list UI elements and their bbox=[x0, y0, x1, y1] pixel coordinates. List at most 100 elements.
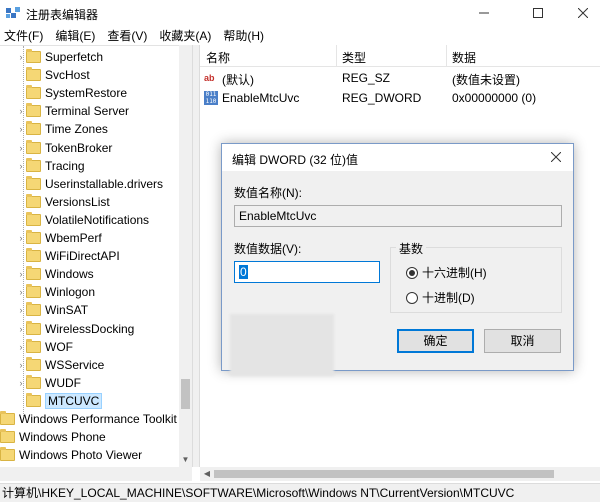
tree-item[interactable]: WiFiDirectAPI bbox=[16, 247, 120, 265]
menu-bar: 文件(F) 编辑(E) 查看(V) 收藏夹(A) 帮助(H) bbox=[0, 26, 600, 45]
tree-horizontal-scrollbar[interactable] bbox=[0, 467, 192, 481]
radio-unchecked-icon[interactable] bbox=[406, 291, 418, 304]
tree-item-label: Windows bbox=[45, 267, 94, 282]
menu-favorites[interactable]: 收藏夹(A) bbox=[159, 27, 211, 44]
column-data[interactable]: 数据 bbox=[452, 49, 476, 66]
expand-arrow-icon[interactable]: › bbox=[16, 360, 26, 370]
value-name: (默认) bbox=[222, 73, 254, 87]
tree-item[interactable]: › Time Zones bbox=[16, 120, 108, 138]
tree-item[interactable]: › WOF bbox=[16, 338, 73, 356]
menu-file[interactable]: 文件(F) bbox=[4, 27, 43, 44]
tree-item-label: VersionsList bbox=[45, 194, 110, 209]
tree-item[interactable]: › WbemPerf bbox=[16, 229, 102, 247]
column-separator[interactable] bbox=[336, 45, 337, 67]
list-scroll-thumb[interactable] bbox=[214, 470, 554, 478]
radio-hex[interactable]: 十六进制(H) bbox=[406, 264, 487, 281]
status-bar-path: 计算机\HKEY_LOCAL_MACHINE\SOFTWARE\Microsof… bbox=[0, 483, 600, 502]
tree-item-label: Windows Performance Toolkit bbox=[19, 412, 177, 426]
tree-item[interactable]: › WinSAT bbox=[16, 301, 88, 319]
expand-arrow-icon[interactable]: › bbox=[16, 305, 26, 315]
tree-item[interactable]: › Terminal Server bbox=[16, 102, 129, 120]
menu-help[interactable]: 帮助(H) bbox=[223, 27, 264, 44]
radio-decimal[interactable]: 十进制(D) bbox=[406, 289, 475, 306]
title-bar: 注册表编辑器 bbox=[0, 0, 600, 26]
folder-icon bbox=[26, 248, 41, 263]
folder-icon bbox=[26, 284, 41, 299]
menu-edit[interactable]: 编辑(E) bbox=[55, 27, 95, 44]
maximize-button[interactable] bbox=[515, 0, 561, 26]
value-name: EnableMtcUvc bbox=[222, 91, 300, 105]
expand-arrow-icon[interactable]: › bbox=[16, 161, 26, 171]
folder-icon bbox=[26, 67, 41, 82]
folder-icon bbox=[26, 230, 41, 244]
list-row[interactable]: ab (默认) REG_SZ (数值未设置) bbox=[200, 68, 600, 88]
expand-arrow-icon[interactable]: › bbox=[16, 342, 26, 352]
expand-arrow-icon[interactable]: › bbox=[16, 52, 26, 62]
expand-arrow-icon[interactable]: › bbox=[16, 287, 26, 297]
list-horizontal-scrollbar[interactable]: ◀ bbox=[200, 467, 600, 481]
expand-arrow-icon[interactable]: › bbox=[16, 378, 26, 388]
folder-icon bbox=[26, 338, 41, 353]
folder-icon bbox=[26, 356, 41, 371]
tree-item[interactable]: Userinstallable.drivers bbox=[16, 175, 163, 193]
tree-item[interactable]: Windows Phone bbox=[0, 428, 106, 446]
tree-scroll-thumb[interactable] bbox=[181, 379, 190, 409]
tree-item[interactable]: SvcHost bbox=[16, 66, 90, 84]
folder-icon bbox=[26, 266, 41, 281]
tree-item-label: WbemPerf bbox=[45, 231, 102, 245]
column-type[interactable]: 类型 bbox=[342, 49, 366, 66]
cancel-button[interactable]: 取消 bbox=[484, 329, 561, 353]
tree-item[interactable]: › TokenBroker bbox=[16, 139, 112, 157]
tree-item[interactable]: › Windows bbox=[16, 265, 94, 283]
scroll-down-arrow-icon[interactable]: ▼ bbox=[179, 453, 192, 467]
menu-view[interactable]: 查看(V) bbox=[107, 27, 147, 44]
expand-arrow-icon[interactable]: › bbox=[16, 106, 26, 116]
tree-item[interactable]: MTCUVC bbox=[16, 392, 103, 410]
tree-item[interactable]: SystemRestore bbox=[16, 84, 127, 102]
tree-item[interactable]: VolatileNotifications bbox=[16, 211, 149, 229]
tree-item-label: WOF bbox=[45, 339, 73, 354]
close-button[interactable] bbox=[560, 0, 600, 26]
tree-item[interactable]: › Winlogon bbox=[16, 283, 95, 301]
pane-splitter[interactable] bbox=[192, 45, 200, 467]
binary-value-icon: 011 110 bbox=[204, 91, 218, 105]
tree-item-label: SvcHost bbox=[45, 68, 90, 83]
scroll-left-arrow-icon[interactable]: ◀ bbox=[200, 467, 214, 481]
folder-icon bbox=[26, 103, 41, 118]
column-name[interactable]: 名称 bbox=[206, 49, 230, 66]
tree-item[interactable]: › WSService bbox=[16, 356, 104, 374]
folder-icon bbox=[26, 139, 41, 154]
radio-checked-icon[interactable] bbox=[406, 266, 418, 279]
blurred-region bbox=[230, 314, 334, 376]
list-row[interactable]: 011 110 EnableMtcUvc REG_DWORD 0x00000000… bbox=[200, 88, 600, 108]
tree-item-label: Superfetch bbox=[45, 50, 104, 64]
ok-button[interactable]: 确定 bbox=[397, 329, 474, 353]
expand-arrow-icon[interactable]: › bbox=[16, 233, 26, 243]
tree-item-label: Tracing bbox=[45, 158, 85, 173]
minimize-button[interactable] bbox=[461, 0, 507, 26]
edit-dword-dialog: 编辑 DWORD (32 位)值 数值名称(N): EnableMtcUvc 数… bbox=[221, 143, 574, 376]
tree-item[interactable]: VersionsList bbox=[16, 193, 110, 211]
close-icon bbox=[578, 8, 588, 18]
tree-vertical-scrollbar[interactable]: ▼ bbox=[179, 45, 192, 467]
registry-tree[interactable]: › Superfetch SvcHost SystemRestore › Terminal… bbox=[0, 45, 192, 467]
tree-item[interactable]: › WUDF bbox=[16, 374, 81, 392]
expand-arrow-icon[interactable]: › bbox=[16, 324, 26, 334]
tree-item[interactable]: › WirelessDocking bbox=[16, 320, 134, 338]
expand-arrow-icon[interactable]: › bbox=[16, 269, 26, 279]
tree-item[interactable]: Windows Performance Toolkit bbox=[0, 410, 177, 428]
column-separator[interactable] bbox=[446, 45, 447, 67]
folder-icon bbox=[0, 429, 15, 444]
value-data-input[interactable]: 0 bbox=[234, 261, 380, 283]
tree-item[interactable]: › Tracing bbox=[16, 157, 85, 175]
tree-item[interactable]: › Superfetch bbox=[16, 48, 103, 66]
tree-item-label: TokenBroker bbox=[45, 140, 113, 155]
tree-item[interactable]: Windows Photo Viewer bbox=[0, 446, 142, 464]
folder-icon bbox=[26, 49, 41, 63]
radio-decimal-label: 十进制(D) bbox=[422, 291, 475, 305]
value-data-text: 0 bbox=[239, 265, 248, 279]
dialog-close-button[interactable] bbox=[543, 146, 569, 168]
regedit-icon bbox=[6, 7, 20, 18]
expand-arrow-icon[interactable]: › bbox=[16, 124, 26, 134]
expand-arrow-icon[interactable]: › bbox=[16, 143, 26, 153]
